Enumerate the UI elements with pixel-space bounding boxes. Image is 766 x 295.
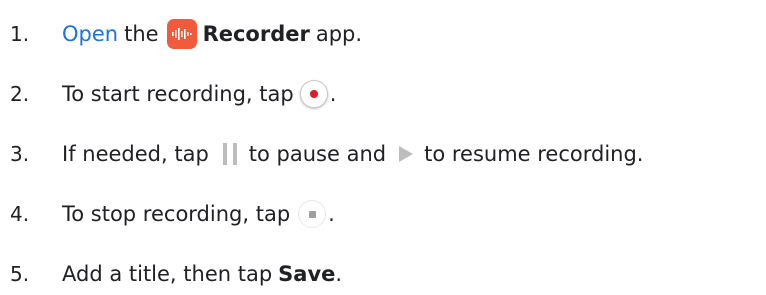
recorder-app-icon — [166, 19, 197, 49]
step-text: . — [329, 82, 337, 106]
step-text: to pause and — [248, 142, 387, 166]
open-link[interactable]: Open — [62, 22, 118, 46]
stop-square — [308, 210, 316, 218]
step-content: Add a title, then tap Save . — [62, 262, 342, 286]
step-number: 3. — [10, 142, 30, 166]
pause-icon — [222, 143, 237, 165]
step-text: . — [328, 202, 335, 226]
step-number: 1. — [10, 22, 30, 46]
step-content: Open the Recorder app. — [62, 19, 362, 49]
play-icon — [398, 145, 414, 163]
step-text: To stop recording, tap — [62, 202, 291, 226]
step-content: To start recording, tap . — [62, 80, 336, 108]
step-text: If needed, tap — [62, 142, 209, 166]
step-text: to resume recording. — [424, 142, 644, 166]
step-content: If needed, tap to pause and to resume re… — [62, 142, 643, 166]
step-content: To stop recording, tap . — [62, 200, 335, 228]
instruction-steps: 1. Open the Recorder app. 2. To start re… — [0, 0, 766, 295]
step-text: To start recording, tap — [62, 82, 294, 106]
record-button-icon — [299, 80, 328, 108]
stop-button-icon — [298, 200, 327, 228]
step-number: 5. — [10, 262, 30, 286]
step-number: 2. — [10, 82, 30, 106]
app-name: Recorder — [202, 22, 310, 46]
step-text: the — [124, 22, 159, 46]
step-text: . — [335, 262, 343, 286]
step-text: Add a title, then tap — [62, 262, 273, 286]
save-label: Save — [278, 262, 336, 286]
step-number: 4. — [10, 202, 30, 226]
step-text: app. — [315, 22, 363, 46]
record-dot — [309, 90, 318, 98]
